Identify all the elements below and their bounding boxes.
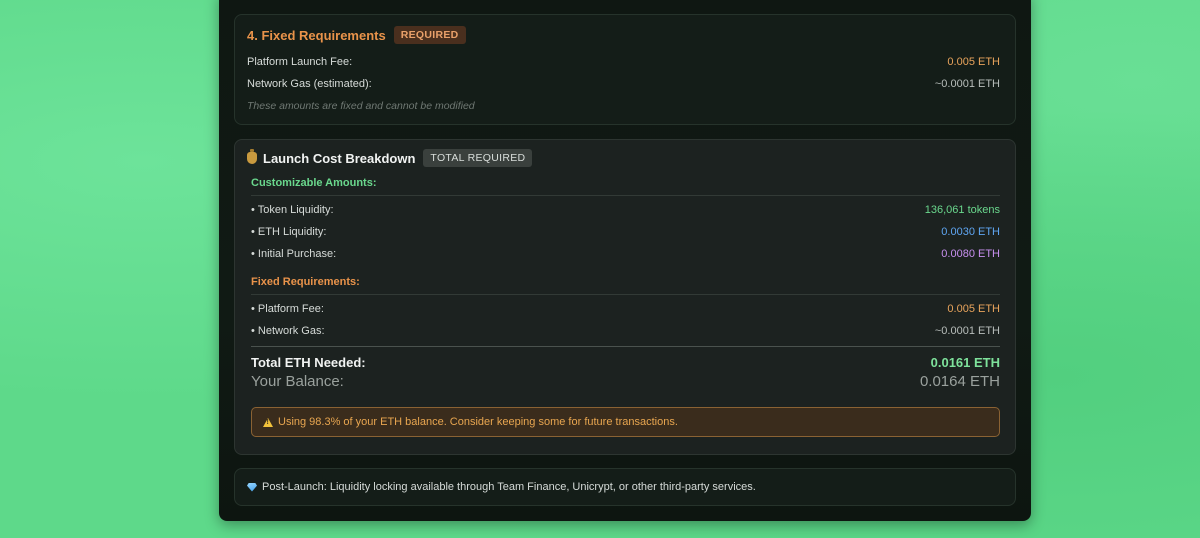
network-gas-breakdown-row: • Network Gas: ~0.0001 ETH — [251, 325, 1000, 337]
warning-icon — [263, 417, 273, 427]
post-launch-info: Post-Launch: Liquidity locking available… — [247, 481, 756, 493]
total-divider — [251, 346, 1000, 347]
network-gas-breakdown-label: • Network Gas: — [251, 325, 325, 337]
your-balance-row: Your Balance: 0.0164 ETH — [251, 373, 1000, 390]
network-gas-row: Network Gas (estimated): ~0.0001 ETH — [247, 78, 1000, 90]
fixed-requirements-card: 4. Fixed Requirements REQUIRED Platform … — [234, 14, 1016, 125]
balance-warning: Using 98.3% of your ETH balance. Conside… — [251, 407, 1000, 437]
total-eth-needed-value: 0.0161 ETH — [930, 355, 1000, 370]
eth-liquidity-label: • ETH Liquidity: — [251, 226, 327, 238]
post-launch-text: Post-Launch: Liquidity locking available… — [262, 481, 756, 493]
total-eth-needed-label: Total ETH Needed: — [251, 355, 366, 370]
platform-fee-label: • Platform Fee: — [251, 303, 324, 315]
fixed-requirements-header: 4. Fixed Requirements REQUIRED — [247, 26, 466, 44]
initial-purchase-row: • Initial Purchase: 0.0080 ETH — [251, 248, 1000, 260]
your-balance-label: Your Balance: — [251, 373, 344, 390]
launch-panel: 4. Fixed Requirements REQUIRED Platform … — [219, 0, 1031, 521]
total-eth-needed-row: Total ETH Needed: 0.0161 ETH — [251, 355, 1000, 370]
platform-launch-fee-row: Platform Launch Fee: 0.005 ETH — [247, 56, 1000, 68]
platform-launch-fee-label: Platform Launch Fee: — [247, 56, 353, 68]
network-gas-value: ~0.0001 ETH — [934, 78, 1000, 90]
network-gas-label: Network Gas (estimated): — [247, 78, 372, 90]
gem-icon — [247, 482, 257, 492]
cost-breakdown-title: Launch Cost Breakdown — [263, 150, 416, 166]
total-required-badge: TOTAL REQUIRED — [423, 149, 533, 167]
platform-launch-fee-value: 0.005 ETH — [947, 56, 1000, 68]
platform-fee-value: 0.005 ETH — [947, 303, 1000, 315]
fixed-amounts-note: These amounts are fixed and cannot be mo… — [247, 100, 475, 112]
eth-liquidity-row: • ETH Liquidity: 0.0030 ETH — [251, 226, 1000, 238]
money-bag-icon — [247, 149, 257, 164]
customizable-amounts-heading: Customizable Amounts: — [251, 177, 377, 189]
platform-fee-row: • Platform Fee: 0.005 ETH — [251, 303, 1000, 315]
fixed-requirements-title: 4. Fixed Requirements — [247, 27, 386, 43]
your-balance-value: 0.0164 ETH — [919, 373, 1000, 390]
required-badge: REQUIRED — [393, 26, 466, 44]
cost-breakdown-header: Launch Cost Breakdown TOTAL REQUIRED — [247, 149, 533, 167]
eth-liquidity-value: 0.0030 ETH — [941, 226, 1000, 238]
initial-purchase-label: • Initial Purchase: — [251, 248, 337, 260]
divider — [251, 294, 1000, 295]
token-liquidity-row: • Token Liquidity: 136,061 tokens — [251, 204, 1000, 216]
post-launch-card: Post-Launch: Liquidity locking available… — [234, 468, 1016, 506]
divider — [251, 195, 1000, 196]
token-liquidity-label: • Token Liquidity: — [251, 204, 334, 216]
balance-warning-text: Using 98.3% of your ETH balance. Conside… — [278, 416, 678, 428]
launch-cost-breakdown-card: Launch Cost Breakdown TOTAL REQUIRED Cus… — [234, 139, 1016, 455]
fixed-requirements-heading: Fixed Requirements: — [251, 276, 360, 288]
token-liquidity-value: 136,061 tokens — [924, 204, 1000, 216]
network-gas-breakdown-value: ~0.0001 ETH — [934, 325, 1000, 337]
initial-purchase-value: 0.0080 ETH — [941, 248, 1000, 260]
